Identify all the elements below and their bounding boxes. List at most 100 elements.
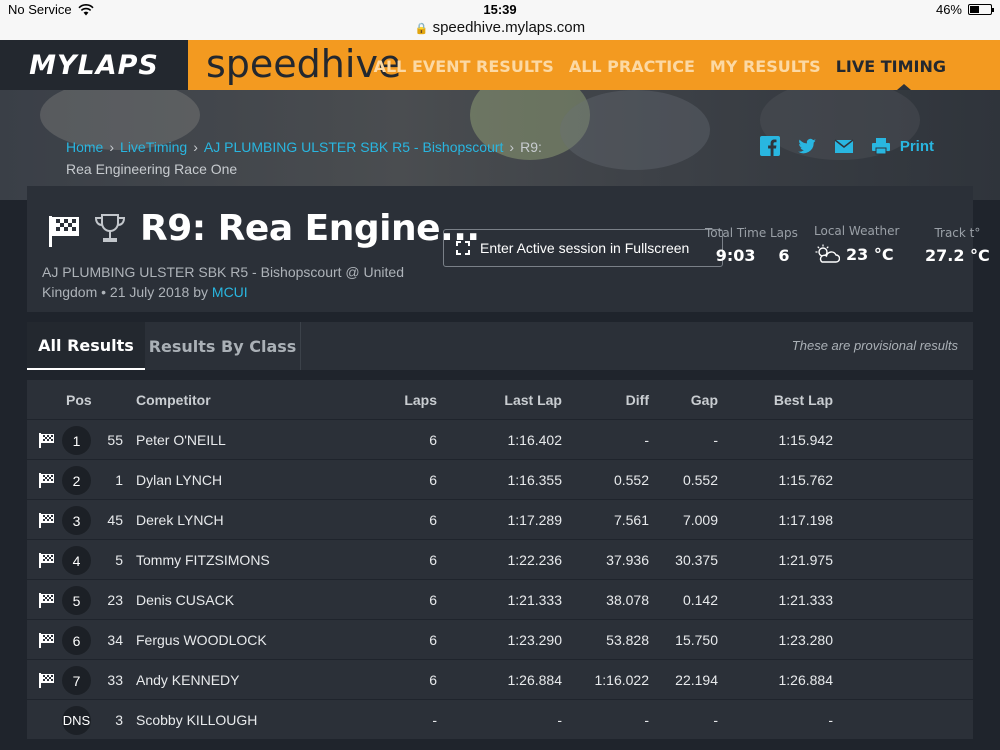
competitor-name: Andy KENNEDY bbox=[136, 672, 240, 688]
weather-stat: Local Weather 23 °C bbox=[814, 224, 900, 264]
diff-value: - bbox=[644, 432, 649, 448]
best-lap-value: 1:17.198 bbox=[778, 512, 834, 528]
gap-value: - bbox=[713, 712, 718, 728]
competitor-name: Dylan LYNCH bbox=[136, 472, 223, 488]
breadcrumb-livetiming[interactable]: LiveTiming bbox=[120, 139, 187, 155]
chevron-right-icon: › bbox=[193, 139, 198, 155]
results-tabs: All Results Results By Class These are p… bbox=[27, 322, 973, 370]
last-lap-value: 1:23.290 bbox=[507, 632, 563, 648]
col-diff[interactable]: Diff bbox=[579, 392, 649, 408]
col-gap[interactable]: Gap bbox=[647, 392, 718, 408]
trophy-icon bbox=[94, 214, 126, 242]
table-row[interactable]: 3 45 Derek LYNCH 6 1:17.289 7.561 7.009 … bbox=[27, 500, 973, 540]
address-bar[interactable]: 🔒 speedhive.mylaps.com bbox=[0, 19, 1000, 36]
organizer-link[interactable]: MCUI bbox=[212, 284, 248, 300]
gap-value: 0.552 bbox=[682, 472, 718, 488]
table-row[interactable]: 7 33 Andy KENNEDY 6 1:26.884 1:16.022 22… bbox=[27, 660, 973, 700]
competitor-number: 5 bbox=[115, 552, 123, 568]
checkered-flag-icon bbox=[39, 473, 54, 488]
last-lap-value: 1:16.402 bbox=[507, 432, 563, 448]
position-badge: 6 bbox=[62, 626, 91, 655]
breadcrumb-event[interactable]: AJ PLUMBING ULSTER SBK R5 - Bishopscourt bbox=[204, 139, 504, 155]
results-table: Pos Competitor Laps Last Lap Diff Gap Be… bbox=[27, 380, 973, 740]
table-row[interactable]: 6 34 Fergus WOODLOCK 6 1:23.290 53.828 1… bbox=[27, 620, 973, 660]
print-icon[interactable] bbox=[871, 136, 891, 156]
speedhive-logo[interactable]: speedhive bbox=[206, 42, 401, 86]
laps-value: 6 bbox=[429, 552, 437, 568]
battery-icon bbox=[968, 4, 994, 15]
position-badge: 5 bbox=[62, 586, 91, 615]
ios-status-bar: No Service 15:39 🔒 speedhive.mylaps.com 4… bbox=[0, 0, 1000, 40]
nav-all-event-results[interactable]: ALL EVENT RESULTS bbox=[374, 57, 554, 76]
diff-value: - bbox=[644, 712, 649, 728]
print-link[interactable]: Print bbox=[900, 138, 934, 155]
best-lap-value: 1:15.762 bbox=[778, 472, 834, 488]
competitor-name: Derek LYNCH bbox=[136, 512, 224, 528]
best-lap-value: 1:26.884 bbox=[778, 672, 834, 688]
nav-all-practice[interactable]: ALL PRACTICE bbox=[569, 57, 695, 76]
lock-icon: 🔒 bbox=[414, 23, 429, 35]
active-nav-indicator bbox=[897, 84, 911, 90]
position-badge: 2 bbox=[62, 466, 91, 495]
table-row[interactable]: DNS 3 Scobby KILLOUGH - - - - - bbox=[27, 700, 973, 740]
competitor-name: Peter O'NEILL bbox=[136, 432, 226, 448]
main-nav: ALL EVENT RESULTS ALL PRACTICE MY RESULT… bbox=[374, 57, 946, 76]
laps-value: 6 bbox=[429, 632, 437, 648]
diff-value: 38.078 bbox=[606, 592, 649, 608]
table-row[interactable]: 5 23 Denis CUSACK 6 1:21.333 38.078 0.14… bbox=[27, 580, 973, 620]
twitter-icon[interactable] bbox=[797, 136, 817, 156]
table-row[interactable]: 1 55 Peter O'NEILL 6 1:16.402 - - 1:15.9… bbox=[27, 420, 973, 460]
competitor-number: 33 bbox=[107, 672, 123, 688]
checkered-flag-icon bbox=[39, 673, 54, 688]
fullscreen-button[interactable]: Enter Active session in Fullscreen bbox=[443, 229, 723, 267]
chevron-right-icon: › bbox=[109, 139, 115, 155]
total-time-stat: Total Time 9:03 bbox=[705, 226, 767, 265]
tab-all-results[interactable]: All Results bbox=[27, 322, 145, 370]
fullscreen-label: Enter Active session in Fullscreen bbox=[480, 240, 690, 256]
position-badge: 4 bbox=[62, 546, 91, 575]
battery-percent: 46% bbox=[935, 2, 962, 17]
checkered-flag-icon bbox=[39, 633, 54, 648]
best-lap-value: 1:23.280 bbox=[778, 632, 834, 648]
col-laps[interactable]: Laps bbox=[387, 392, 437, 408]
gap-value: 7.009 bbox=[682, 512, 718, 528]
competitor-name: Denis CUSACK bbox=[136, 592, 235, 608]
checkered-flag-icon bbox=[39, 593, 54, 608]
diff-value: 1:16.022 bbox=[594, 672, 650, 688]
competitor-name: Tommy FITZSIMONS bbox=[136, 552, 270, 568]
position-badge: 3 bbox=[62, 506, 91, 535]
facebook-icon[interactable] bbox=[759, 136, 780, 156]
col-last-lap[interactable]: Last Lap bbox=[467, 392, 562, 408]
clock: 15:39 bbox=[483, 2, 517, 17]
nav-my-results[interactable]: MY RESULTS bbox=[710, 57, 821, 76]
last-lap-value: - bbox=[557, 712, 562, 728]
competitor-number: 3 bbox=[115, 712, 123, 728]
table-row[interactable]: 2 1 Dylan LYNCH 6 1:16.355 0.552 0.552 1… bbox=[27, 460, 973, 500]
col-competitor[interactable]: Competitor bbox=[136, 392, 211, 408]
col-pos[interactable]: Pos bbox=[66, 392, 92, 408]
gap-value: 30.375 bbox=[675, 552, 718, 568]
session-title: R9: Rea Engine... bbox=[140, 208, 480, 249]
fullscreen-icon bbox=[456, 241, 470, 255]
position-badge: 1 bbox=[62, 426, 91, 455]
best-lap-value: 1:15.942 bbox=[778, 432, 834, 448]
email-icon[interactable] bbox=[834, 136, 854, 156]
last-lap-value: 1:22.236 bbox=[507, 552, 563, 568]
col-best-lap[interactable]: Best Lap bbox=[747, 392, 833, 408]
laps-value: 6 bbox=[429, 592, 437, 608]
competitor-number: 1 bbox=[115, 472, 123, 488]
gap-value: 22.194 bbox=[675, 672, 718, 688]
last-lap-value: 1:16.355 bbox=[507, 472, 563, 488]
checkered-flag-icon bbox=[39, 513, 54, 528]
competitor-number: 45 bbox=[107, 512, 123, 528]
breadcrumb: Home › LiveTiming › AJ PLUMBING ULSTER SBK R… bbox=[66, 136, 566, 180]
table-header: Pos Competitor Laps Last Lap Diff Gap Be… bbox=[27, 380, 973, 420]
nav-live-timing[interactable]: LIVE TIMING bbox=[836, 57, 946, 76]
tab-results-by-class[interactable]: Results By Class bbox=[145, 322, 301, 370]
breadcrumb-home[interactable]: Home bbox=[66, 139, 103, 155]
last-lap-value: 1:21.333 bbox=[507, 592, 563, 608]
mylaps-logo[interactable]: MYLAPS bbox=[0, 40, 188, 90]
diff-value: 0.552 bbox=[613, 472, 649, 488]
laps-value: 6 bbox=[429, 672, 437, 688]
table-row[interactable]: 4 5 Tommy FITZSIMONS 6 1:22.236 37.936 3… bbox=[27, 540, 973, 580]
